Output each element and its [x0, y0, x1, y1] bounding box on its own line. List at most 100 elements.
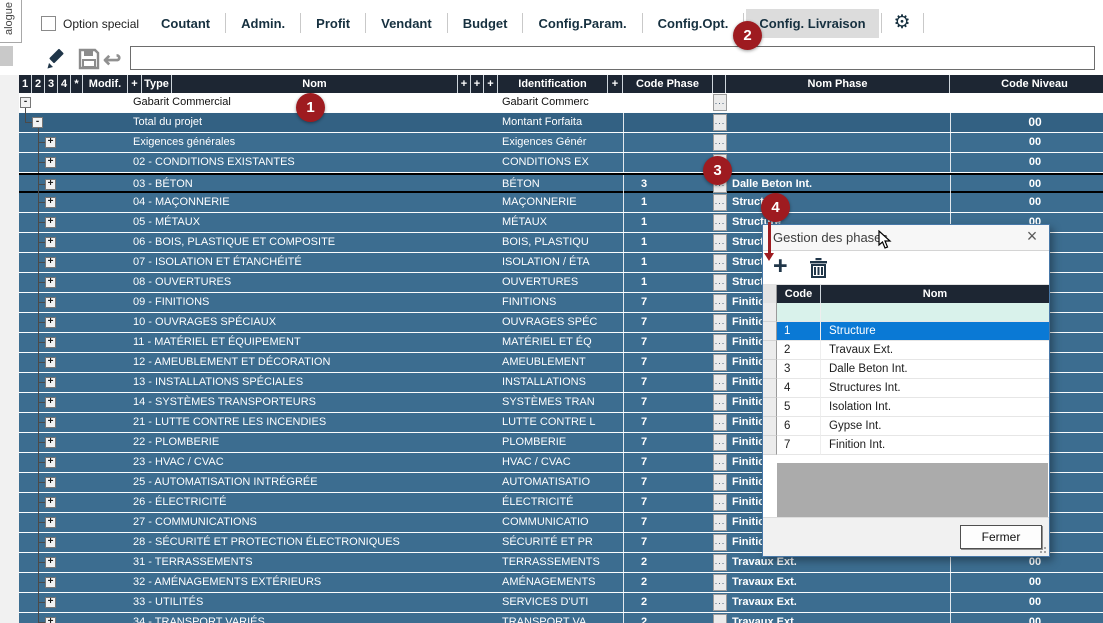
tree-toggle[interactable]: +	[45, 197, 56, 208]
tree-toggle[interactable]: +	[45, 437, 56, 448]
tree-toggle[interactable]: +	[45, 237, 56, 248]
table-row[interactable]: +03 - BÉTONBÉTON3...Dalle Beton Int.00	[19, 173, 1103, 193]
phase-picker-button[interactable]: ...	[713, 94, 727, 111]
phase-nom-cell[interactable]: Structures Int.	[821, 379, 1049, 398]
phase-code-cell[interactable]: 5	[777, 398, 821, 417]
tree-toggle[interactable]: +	[45, 217, 56, 228]
phase-row[interactable]	[763, 303, 1049, 322]
phase-picker-button[interactable]: ...	[713, 214, 727, 231]
phase-nom-cell[interactable]: Gypse Int.	[821, 417, 1049, 436]
tab-budget[interactable]: Budget	[450, 9, 521, 38]
tree-toggle[interactable]: +	[45, 617, 56, 623]
column-header-code_phase[interactable]: Code Phase	[623, 75, 713, 93]
table-row[interactable]: +04 - MAÇONNERIEMAÇONNERIE1...Structure0…	[19, 193, 1103, 213]
option-special-checkbox[interactable]	[41, 16, 56, 31]
column-header-c2[interactable]: 2	[32, 75, 45, 93]
edit-input[interactable]	[130, 46, 1095, 70]
phase-row[interactable]: 4Structures Int.	[763, 379, 1049, 398]
table-row[interactable]: +33 - UTILITÉSSERVICES D'UTI2...Travaux …	[19, 593, 1103, 613]
phase-picker-button[interactable]: ...	[713, 414, 727, 431]
tree-toggle[interactable]: +	[45, 337, 56, 348]
tree-toggle[interactable]: +	[45, 457, 56, 468]
collapsed-panel-tab[interactable]	[0, 46, 13, 66]
tab-vendant[interactable]: Vendant	[368, 9, 445, 38]
tree-toggle[interactable]: -	[32, 117, 43, 128]
phase-nom-cell[interactable]: Finition Int.	[821, 436, 1049, 455]
phase-row[interactable]: 3Dalle Beton Int.	[763, 360, 1049, 379]
phase-picker-button[interactable]: ...	[713, 294, 727, 311]
column-header-nom_phase[interactable]: Nom Phase	[726, 75, 950, 93]
column-header-modif[interactable]: Modif.	[83, 75, 128, 93]
add-phase-button[interactable]: +	[773, 252, 788, 281]
save-icon[interactable]	[78, 48, 100, 75]
column-header-plus5[interactable]: +	[608, 75, 623, 93]
tree-toggle[interactable]: +	[45, 277, 56, 288]
tree-toggle[interactable]: +	[45, 357, 56, 368]
table-row[interactable]: +Exigences généralesExigences Génér...00	[19, 133, 1103, 153]
tree-toggle[interactable]: +	[45, 497, 56, 508]
phase-picker-button[interactable]: ...	[713, 334, 727, 351]
column-header-type[interactable]: Type	[142, 75, 172, 93]
tree-toggle[interactable]: +	[45, 597, 56, 608]
phase-picker-button[interactable]: ...	[713, 554, 727, 571]
tree-toggle[interactable]: -	[20, 97, 31, 108]
tree-toggle[interactable]: +	[45, 397, 56, 408]
undo-icon[interactable]: ↩	[103, 47, 121, 73]
column-header-c1[interactable]: 1	[19, 75, 32, 93]
tab-coutant[interactable]: Coutant	[148, 9, 223, 38]
phase-picker-button[interactable]: ...	[713, 314, 727, 331]
phase-row[interactable]: 2Travaux Ext.	[763, 341, 1049, 360]
tree-toggle[interactable]: +	[45, 377, 56, 388]
catalogue-side-tab[interactable]: alogue	[0, 0, 22, 43]
phase-nom-cell[interactable]: Dalle Beton Int.	[821, 360, 1049, 379]
tree-toggle[interactable]: +	[45, 137, 56, 148]
phase-picker-button[interactable]: ...	[713, 374, 727, 391]
table-row[interactable]: +34 - TRANSPORT VARIÉSTRANSPORT VA2...Tr…	[19, 613, 1103, 623]
column-header-nom[interactable]: Nom	[172, 75, 458, 93]
resize-grip[interactable]	[1039, 546, 1047, 554]
edit-pencil-icon[interactable]	[44, 46, 70, 77]
tree-toggle[interactable]: +	[45, 179, 56, 190]
phase-picker-button[interactable]: ...	[713, 614, 727, 623]
phase-code-cell[interactable]: 2	[777, 341, 821, 360]
column-header-code[interactable]: Code	[777, 285, 821, 303]
tree-toggle[interactable]: +	[45, 257, 56, 268]
phase-nom-cell[interactable]: Structure	[821, 322, 1049, 341]
table-row[interactable]: -Total du projetMontant Forfaita...00	[19, 113, 1103, 133]
column-header-plus2[interactable]: +	[458, 75, 471, 93]
phase-row[interactable]: 6Gypse Int.	[763, 417, 1049, 436]
tree-toggle[interactable]: +	[45, 297, 56, 308]
tab-config-livraison[interactable]: Config. Livraison	[746, 9, 878, 38]
tree-toggle[interactable]: +	[45, 557, 56, 568]
tab-config-opt[interactable]: Config.Opt.	[645, 9, 742, 38]
phase-picker-button[interactable]: ...	[713, 354, 727, 371]
phase-code-cell[interactable]: 3	[777, 360, 821, 379]
phase-picker-button[interactable]: ...	[713, 254, 727, 271]
column-header-nom[interactable]: Nom	[821, 285, 1049, 303]
column-header-plus3[interactable]: +	[471, 75, 484, 93]
column-header-c3[interactable]: 3	[45, 75, 58, 93]
phase-picker-button[interactable]: ...	[713, 514, 727, 531]
column-header-dots[interactable]	[713, 75, 726, 93]
phase-picker-button[interactable]: ...	[713, 274, 727, 291]
phase-code-cell[interactable]: 1	[777, 322, 821, 341]
phase-code-cell[interactable]: 6	[777, 417, 821, 436]
phase-picker-button[interactable]: ...	[713, 234, 727, 251]
column-header-star[interactable]: *	[71, 75, 83, 93]
column-header-code_niveau[interactable]: Code Niveau	[950, 75, 1103, 93]
phase-picker-button[interactable]: ...	[713, 194, 727, 211]
phase-picker-button[interactable]: ...	[713, 534, 727, 551]
phase-nom-cell[interactable]: Travaux Ext.	[821, 341, 1049, 360]
tree-toggle[interactable]: +	[45, 517, 56, 528]
dialog-titlebar[interactable]: Gestion des phases ×	[763, 225, 1049, 251]
table-row[interactable]: +02 - CONDITIONS EXISTANTESCONDITIONS EX…	[19, 153, 1103, 173]
phase-picker-button[interactable]: ...	[713, 494, 727, 511]
tree-toggle[interactable]: +	[45, 157, 56, 168]
fermer-button[interactable]: Fermer	[960, 525, 1042, 549]
tree-toggle[interactable]: +	[45, 317, 56, 328]
delete-phase-button[interactable]	[809, 257, 828, 283]
phase-picker-button[interactable]: ...	[713, 134, 727, 151]
column-header-identification[interactable]: Identification	[498, 75, 608, 93]
gear-icon[interactable]: ⚙	[884, 6, 921, 40]
tab-profit[interactable]: Profit	[303, 9, 363, 38]
